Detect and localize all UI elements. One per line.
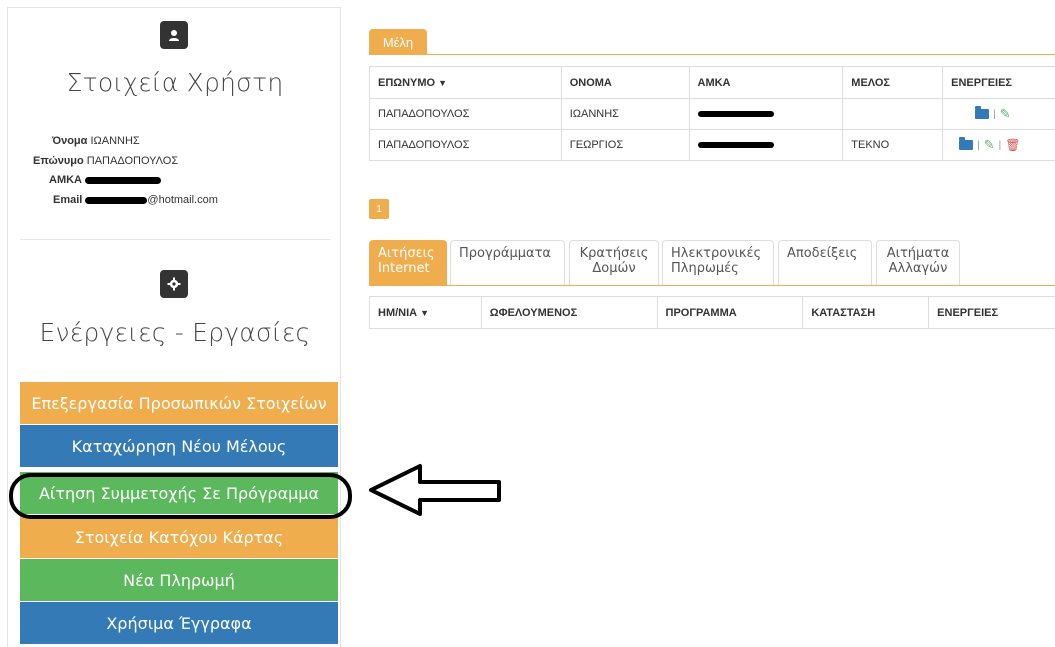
name-label: Όνομα bbox=[52, 135, 88, 147]
tab-label: Αποδείξεις bbox=[787, 246, 858, 261]
folder-icon[interactable] bbox=[959, 137, 974, 150]
sort-caret-icon: ▼ bbox=[438, 77, 448, 88]
col-surname[interactable]: ΕΠΩΝΥΜΟ ▼ bbox=[369, 66, 562, 99]
email-suffix: @hotmail.com bbox=[147, 194, 218, 206]
surname-label: Επώνυμο bbox=[33, 155, 84, 167]
amka-redacted bbox=[85, 176, 162, 184]
user-side-panel: Στοιχεία Χρήστη Όνομα ΙΩΑΝΝΗΣ Επώνυμο ΠΑ… bbox=[7, 7, 341, 647]
surname-value: ΠΑΠΑΔΟΠΟΥΛΟΣ bbox=[86, 155, 179, 167]
useful-documents-button[interactable]: Χρήσιμα Έγγραφα bbox=[20, 602, 338, 644]
folder-icon[interactable] bbox=[975, 106, 990, 119]
amka-redacted bbox=[697, 111, 774, 118]
requests-header-row: ΗΜ/ΝΙΑ ▼ ΩΦΕΛΟΥΜΕΝΟΣ ΠΡΟΓΡΑΜΜΑ ΚΑΤΑΣΤΑΣΗ… bbox=[369, 296, 1055, 329]
cell-surname: ΠΑΠΑΔΟΠΟΥΛΟΣ bbox=[369, 129, 562, 161]
separator: | bbox=[998, 139, 1002, 151]
user-panel-title: Στοιχεία Χρήστη bbox=[66, 68, 284, 97]
tab-label: Προγράμματα bbox=[459, 246, 552, 261]
tab-members[interactable]: Μέλη bbox=[369, 29, 427, 55]
cell-surname: ΠΑΠΑΔΟΠΟΥΛΟΣ bbox=[369, 98, 562, 130]
table-row: ΠΑΠΑΔΟΠΟΥΛΟΣ ΙΩΑΝΝΗΣ | ✎ bbox=[369, 98, 1055, 130]
name-value: ΙΩΑΝΝΗΣ bbox=[90, 135, 140, 147]
separator: | bbox=[977, 139, 980, 151]
annotation-arrow-icon bbox=[369, 464, 501, 516]
requests-table: ΗΜ/ΝΙΑ ▼ ΩΦΕΛΟΥΜΕΝΟΣ ΠΡΟΓΡΑΜΜΑ ΚΑΤΑΣΤΑΣΗ… bbox=[369, 296, 1055, 329]
col-actions: ΕΝΕΡΓΕΙΕΣ bbox=[942, 66, 1055, 99]
cell-amka bbox=[688, 129, 844, 161]
edit-personal-info-button[interactable]: Επεξεργασία Προσωπικών Στοιχείων bbox=[20, 382, 338, 424]
members-tab-underline bbox=[369, 54, 1055, 55]
cell-actions: | ✎ bbox=[942, 98, 1055, 130]
cell-name: ΓΕΩΡΓΙΟΣ bbox=[560, 129, 690, 161]
tab-label: Κρατήσεις bbox=[579, 246, 649, 261]
cell-member bbox=[842, 98, 944, 130]
email-label: Email bbox=[53, 194, 83, 206]
col-status: ΚΑΤΑΣΤΑΣΗ bbox=[802, 296, 930, 329]
highlight-ellipse bbox=[9, 473, 352, 519]
cell-member: ΤΕΚΝΟ bbox=[842, 129, 944, 161]
members-header-row: ΕΠΩΝΥΜΟ ▼ ΟΝΟΜΑ ΑΜΚΑ ΜΕΛΟΣ ΕΝΕΡΓΕΙΕΣ bbox=[369, 66, 1055, 99]
tab-change-requests[interactable]: Αιτήματα Αλλαγών bbox=[876, 240, 960, 286]
gear-icon bbox=[160, 270, 188, 298]
tab-label: Internet bbox=[378, 261, 430, 276]
cell-amka bbox=[688, 98, 844, 130]
col-name: ΟΝΟΜΑ bbox=[560, 66, 690, 99]
new-payment-button[interactable]: Νέα Πληρωμή bbox=[20, 559, 338, 601]
email-redacted bbox=[85, 196, 148, 204]
amka-redacted bbox=[697, 142, 774, 149]
actions-panel-title: Ενέργειες - Εργασίες bbox=[39, 318, 311, 347]
tab-programs[interactable]: Προγράμματα bbox=[450, 240, 565, 286]
table-row: ΠΑΠΑΔΟΠΟΥΛΟΣ ΓΕΩΡΓΙΟΣ ΤΕΚΝΟ | ✎ | 🗑 bbox=[369, 129, 1055, 161]
col-program: ΠΡΟΓΡΑΜΜΑ bbox=[656, 296, 804, 329]
user-surname-row: Επώνυμο ΠΑΠΑΔΟΠΟΥΛΟΣ bbox=[33, 155, 178, 167]
tab-label: Αιτήσεις bbox=[378, 246, 435, 261]
tab-label: Πληρωμές bbox=[671, 261, 739, 276]
requests-tab-underline bbox=[369, 285, 1055, 286]
cell-name: ΙΩΑΝΝΗΣ bbox=[560, 98, 690, 130]
pencil-icon[interactable]: ✎ bbox=[984, 137, 995, 153]
cell-actions: | ✎ | 🗑 bbox=[942, 129, 1055, 161]
panel-divider bbox=[20, 239, 330, 240]
col-beneficiary: ΩΦΕΛΟΥΜΕΝΟΣ bbox=[480, 296, 658, 329]
user-email-row: Email @hotmail.com bbox=[53, 194, 218, 206]
pagination-page-1[interactable]: 1 bbox=[369, 199, 389, 219]
col-member: ΜΕΛΟΣ bbox=[842, 66, 944, 99]
trash-icon[interactable]: 🗑 bbox=[1005, 138, 1020, 152]
tab-facility-bookings[interactable]: Κρατήσεις Δομών bbox=[569, 240, 659, 286]
col-date[interactable]: ΗΜ/ΝΙΑ ▼ bbox=[369, 296, 482, 329]
amka-label: ΑΜΚΑ bbox=[49, 174, 82, 186]
separator: | bbox=[993, 108, 996, 120]
members-table: ΕΠΩΝΥΜΟ ▼ ΟΝΟΜΑ ΑΜΚΑ ΜΕΛΟΣ ΕΝΕΡΓΕΙΕΣ ΠΑΠ… bbox=[369, 66, 1055, 161]
pencil-icon[interactable]: ✎ bbox=[1000, 106, 1011, 122]
tab-receipts[interactable]: Αποδείξεις bbox=[778, 240, 872, 286]
tab-label: Δομών bbox=[592, 261, 636, 276]
user-icon bbox=[160, 21, 188, 49]
register-new-member-button[interactable]: Καταχώρηση Νέου Μέλους bbox=[20, 425, 338, 467]
tab-internet-requests[interactable]: Αιτήσεις Internet bbox=[369, 240, 447, 286]
user-amka-row: ΑΜΚΑ bbox=[49, 174, 162, 186]
tab-label: Αλλαγών bbox=[888, 261, 948, 276]
col-amka: ΑΜΚΑ bbox=[688, 66, 844, 99]
user-name-row: Όνομα ΙΩΑΝΝΗΣ bbox=[52, 135, 140, 147]
cardholder-info-button[interactable]: Στοιχεία Κατόχου Κάρτας bbox=[20, 516, 338, 558]
col-actions: ΕΝΕΡΓΕΙΕΣ bbox=[928, 296, 1055, 329]
tab-electronic-payments[interactable]: Ηλεκτρονικές Πληρωμές bbox=[662, 240, 774, 286]
tab-label: Ηλεκτρονικές bbox=[671, 246, 762, 261]
tab-label: Αιτήματα bbox=[886, 246, 950, 261]
sort-caret-icon: ▼ bbox=[420, 307, 430, 318]
